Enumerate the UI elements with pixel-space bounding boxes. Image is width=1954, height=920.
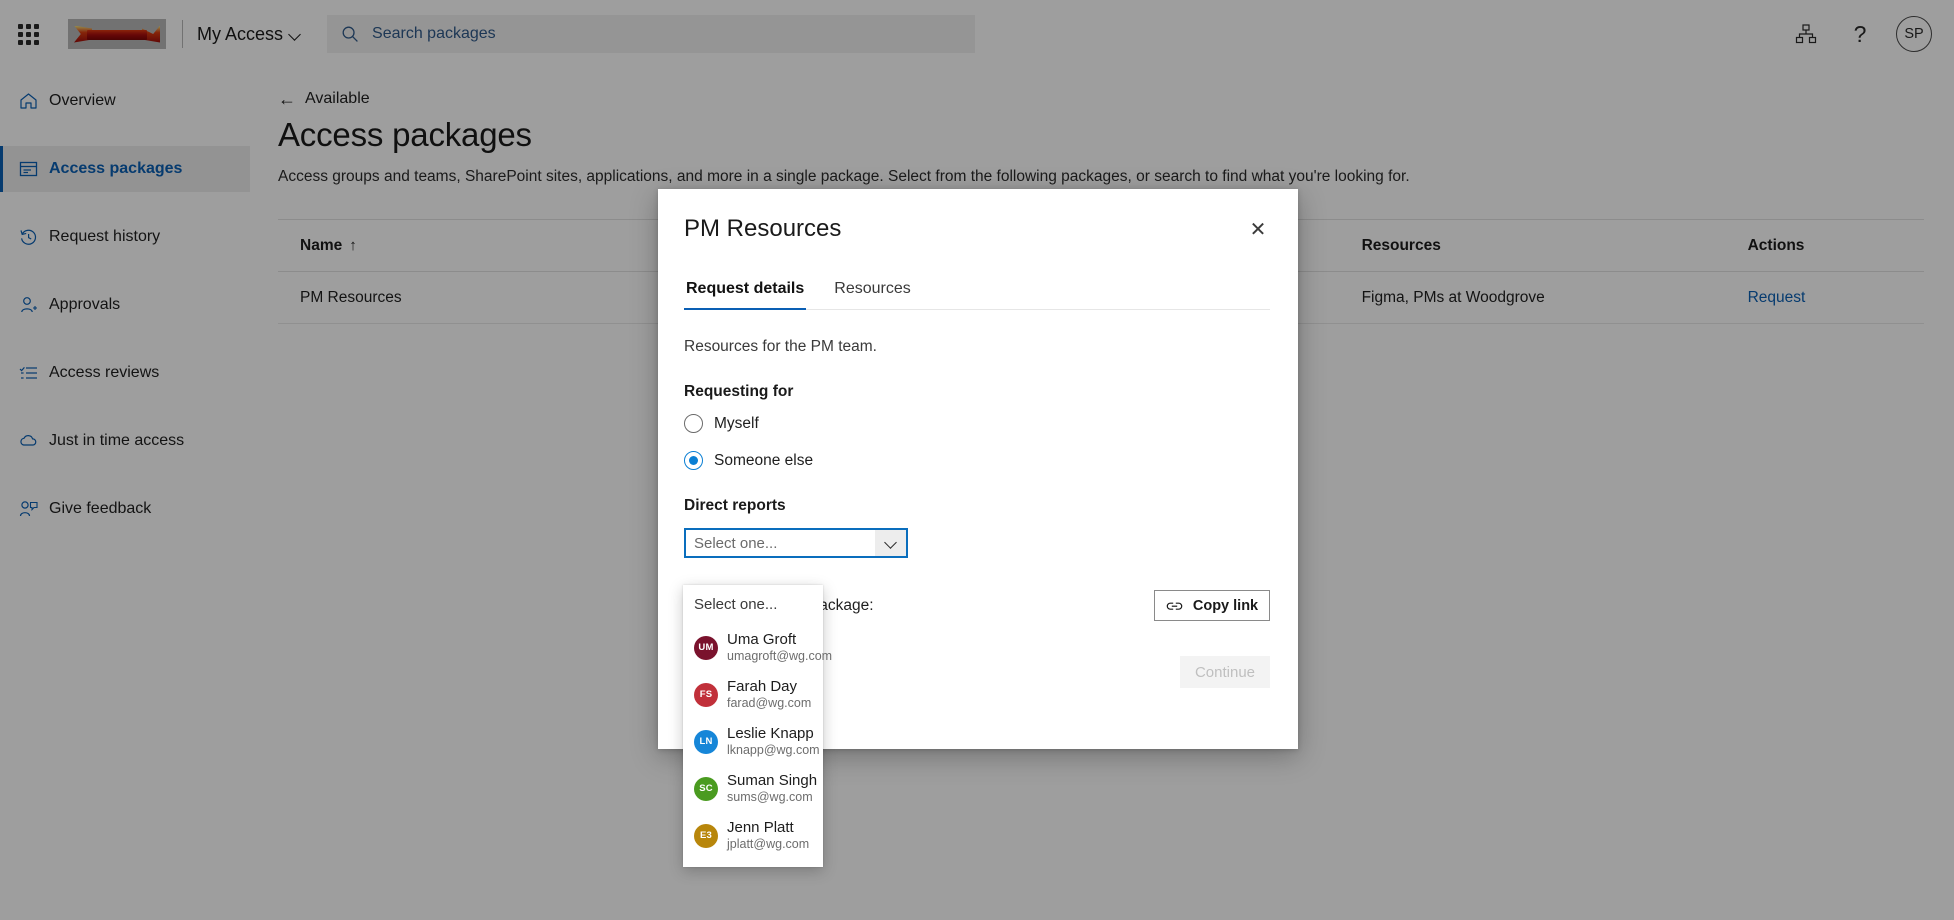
requesting-for-label: Requesting for [684,383,1270,401]
radio-someone-else-control[interactable] [684,451,703,470]
dropdown-option-email: farad@wg.com [727,696,811,711]
avatar: UM [694,636,718,660]
dropdown-option-text: Uma Groft umagroft@wg.com [727,631,832,665]
dropdown-option-leslie-knapp[interactable]: LN Leslie Knapp lknapp@wg.com [683,718,823,765]
avatar: E3 [694,824,718,848]
direct-reports-select[interactable]: Select one... [684,528,908,558]
dropdown-option-text: Leslie Knapp lknapp@wg.com [727,725,820,759]
dropdown-option-suman-singh[interactable]: SC Suman Singh sums@wg.com [683,765,823,812]
continue-button[interactable]: Continue [1180,656,1270,688]
dropdown-option-email: umagroft@wg.com [727,649,832,664]
copy-link-label: Copy link [1193,598,1258,614]
dropdown-option-name: Uma Groft [727,631,832,649]
tab-request-details[interactable]: Request details [684,276,806,309]
dialog-header: PM Resources ✕ [684,215,1270,245]
dialog-tabs: Request details Resources [684,276,1270,310]
radio-myself-label: Myself [714,415,759,433]
avatar: FS [694,683,718,707]
direct-reports-label: Direct reports [684,497,1270,515]
tab-resources[interactable]: Resources [832,276,912,309]
direct-reports-dropdown: Select one... UM Uma Groft umagroft@wg.c… [683,585,823,867]
dropdown-option-name: Jenn Platt [727,819,809,837]
dropdown-option-email: lknapp@wg.com [727,743,820,758]
copy-link-button[interactable]: Copy link [1154,590,1270,621]
link-icon [1166,599,1183,613]
dropdown-option-farah-day[interactable]: FS Farah Day farad@wg.com [683,671,823,718]
dialog-title: PM Resources [684,215,841,243]
chevron-down-icon [886,538,896,548]
dropdown-option-email: sums@wg.com [727,790,817,805]
dropdown-option-name: Leslie Knapp [727,725,820,743]
dropdown-option-uma-groft[interactable]: UM Uma Groft umagroft@wg.com [683,624,823,671]
dropdown-option-text: Suman Singh sums@wg.com [727,772,817,806]
dropdown-option-name: Farah Day [727,678,811,696]
select-caret-button[interactable] [875,530,906,556]
direct-reports-select-wrap: Select one... [684,528,908,558]
direct-reports-select-value: Select one... [694,535,777,552]
dropdown-option-placeholder[interactable]: Select one... [683,593,823,624]
package-description: Resources for the PM team. [684,338,1270,356]
close-icon[interactable]: ✕ [1242,213,1274,245]
app-root: My Access Search packages [0,0,1954,920]
radio-someone-else-label: Someone else [714,452,813,470]
dropdown-option-text: Jenn Platt jplatt@wg.com [727,819,809,853]
dropdown-option-email: jplatt@wg.com [727,837,809,852]
radio-myself[interactable]: Myself [684,414,1270,433]
dropdown-option-text: Farah Day farad@wg.com [727,678,811,712]
avatar: LN [694,730,718,754]
dropdown-option-jenn-platt[interactable]: E3 Jenn Platt jplatt@wg.com [683,812,823,859]
avatar: SC [694,777,718,801]
radio-myself-control[interactable] [684,414,703,433]
dropdown-option-name: Suman Singh [727,772,817,790]
radio-someone-else[interactable]: Someone else [684,451,1270,470]
